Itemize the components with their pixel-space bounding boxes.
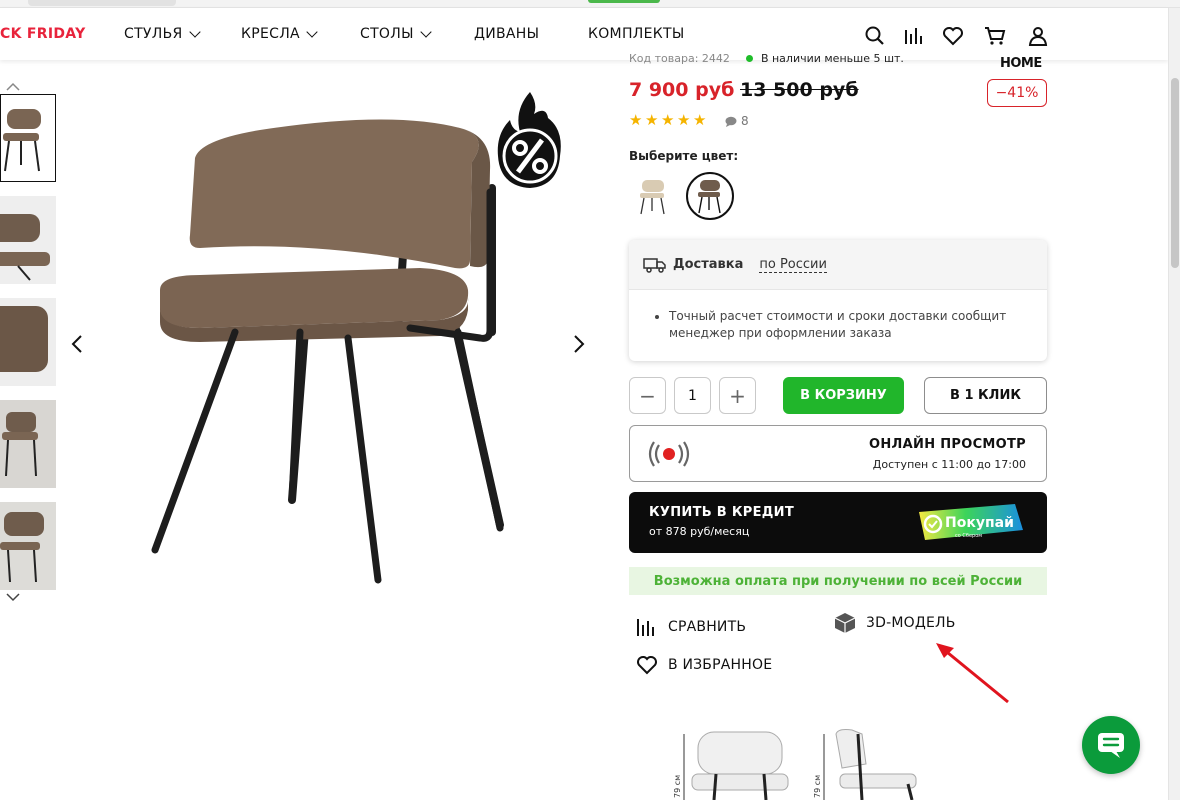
chevron-down-icon — [188, 26, 201, 38]
current-price: 7 900 руб — [629, 79, 735, 101]
delivery-card: Доставка по России Точный расчет стоимос… — [629, 240, 1047, 361]
color-swatch-beige[interactable] — [629, 172, 677, 220]
sale-fire-badge — [497, 92, 561, 188]
gallery-next-arrow[interactable] — [570, 333, 588, 355]
credit-monthly: от 878 руб/месяц — [649, 525, 750, 538]
comment-icon — [725, 116, 737, 127]
delivery-header: Доставка по России — [629, 240, 1047, 290]
thumbnail-5[interactable] — [0, 502, 56, 590]
thumbnail-3[interactable] — [0, 298, 56, 386]
chat-bubble-icon — [1098, 733, 1124, 758]
delivery-note: Точный расчет стоимости и сроки доставки… — [669, 308, 1033, 342]
nav-sofas[interactable]: ДИВАНЫ — [474, 26, 539, 42]
favorite-button[interactable]: В ИЗБРАННОЕ — [636, 655, 772, 675]
delivery-title: Доставка — [673, 257, 744, 272]
compare-icon — [637, 619, 654, 636]
nav-black-friday[interactable]: CK FRIDAY — [0, 26, 86, 42]
thumbnail-4[interactable] — [0, 400, 56, 488]
quantity-increase-button[interactable]: + — [719, 377, 756, 414]
product-code: Код товара: 2442 — [629, 52, 730, 65]
main-navigation: CK FRIDAY СТУЛЬЯ КРЕСЛА СТОЛЫ ДИВАНЫ КОМ… — [0, 8, 1168, 60]
chevron-down-icon[interactable] — [6, 590, 20, 604]
old-price: 13 500 руб — [740, 79, 859, 101]
online-view-card[interactable]: ОНЛАЙН ПРОСМОТР Доступен с 11:00 до 17:0… — [629, 425, 1047, 482]
scrollbar-thumb[interactable] — [1171, 78, 1179, 268]
star-icon: ★ — [693, 111, 707, 129]
chevron-up-icon[interactable] — [6, 80, 20, 94]
dimension-image-side: 79 см — [813, 729, 917, 800]
online-view-title: ОНЛАЙН ПРОСМОТР — [869, 437, 1026, 452]
star-icon: ★ — [677, 111, 691, 129]
credit-card-banner[interactable]: КУПИТЬ В КРЕДИТ от 878 руб/месяц Покупай… — [629, 492, 1047, 553]
nav-tables[interactable]: СТОЛЫ — [360, 26, 432, 42]
search-icon[interactable] — [864, 26, 886, 46]
page-scrollbar[interactable] — [1168, 8, 1180, 800]
heart-icon[interactable] — [942, 26, 964, 46]
stock-status: В наличии меньше 5 шт. — [760, 52, 904, 65]
dimension-image-front: 79 см — [673, 731, 789, 800]
online-view-hours: Доступен с 11:00 до 17:00 — [872, 458, 1026, 471]
browser-tab[interactable] — [28, 0, 176, 6]
compare-label: СРАВНИТЬ — [668, 619, 747, 635]
brand-logo: HOME — [1000, 56, 1042, 71]
chevron-down-icon — [306, 26, 318, 38]
nav-sets[interactable]: КОМПЛЕКТЫ — [588, 26, 684, 42]
3d-model-button[interactable]: 3D-МОДЕЛЬ — [834, 612, 956, 634]
one-click-buy-button[interactable]: В 1 КЛИК — [924, 377, 1047, 414]
nav-chairs[interactable]: СТУЛЬЯ — [124, 26, 201, 42]
star-icon: ★ — [629, 111, 643, 129]
truck-icon — [643, 257, 666, 273]
heart-icon — [637, 656, 657, 675]
svg-text:79 см: 79 см — [673, 775, 682, 798]
compare-button[interactable]: СРАВНИТЬ — [636, 616, 746, 638]
in-stock-dot-icon — [745, 55, 753, 62]
rating-stars[interactable]: ★ ★ ★ ★ ★ — [629, 111, 707, 129]
chat-button[interactable] — [1082, 716, 1140, 774]
svg-text:Покупай: Покупай — [945, 515, 1014, 531]
svg-text:79 см: 79 см — [813, 775, 822, 798]
add-to-cart-button[interactable]: В КОРЗИНУ — [783, 377, 904, 414]
browser-tab-strip — [0, 0, 1180, 8]
gallery-prev-arrow[interactable] — [68, 333, 86, 355]
quantity-input[interactable] — [674, 377, 711, 414]
thumbnail-1[interactable] — [0, 94, 56, 182]
thumbnail-2[interactable] — [0, 196, 56, 284]
3d-model-label: 3D-МОДЕЛЬ — [866, 615, 956, 631]
credit-title: КУПИТЬ В КРЕДИТ — [649, 505, 795, 520]
cube-icon — [834, 613, 856, 633]
star-icon: ★ — [661, 111, 675, 129]
browser-tab-loading — [588, 0, 660, 3]
pokupay-sber-logo: Покупай со Сбером — [919, 504, 1023, 540]
favorite-label: В ИЗБРАННОЕ — [668, 657, 773, 673]
star-icon: ★ — [645, 111, 659, 129]
nav-armchairs[interactable]: КРЕСЛА — [241, 26, 318, 42]
compare-icon[interactable] — [903, 26, 925, 46]
chevron-down-icon — [420, 26, 432, 38]
annotation-arrow — [936, 643, 1009, 704]
color-label: Выберите цвет: — [629, 149, 739, 163]
svg-text:со Сбером: со Сбером — [955, 533, 982, 539]
cart-icon[interactable] — [984, 26, 1006, 46]
color-swatch-brown[interactable] — [686, 172, 734, 220]
cash-on-delivery-banner: Возможна оплата при получении по всей Ро… — [629, 567, 1047, 595]
user-icon[interactable] — [1027, 26, 1049, 46]
live-broadcast-icon — [648, 441, 690, 467]
reviews-count[interactable]: 8 — [725, 114, 749, 128]
product-code-line: Код товара: 2442 В наличии меньше 5 шт. — [629, 52, 904, 65]
quantity-decrease-button[interactable]: − — [629, 377, 666, 414]
delivery-region-link[interactable]: по России — [759, 257, 827, 273]
thumbnail-strip — [0, 80, 58, 602]
discount-badge: −41% — [987, 79, 1047, 107]
delivery-notes: Точный расчет стоимости и сроки доставки… — [629, 290, 1047, 342]
